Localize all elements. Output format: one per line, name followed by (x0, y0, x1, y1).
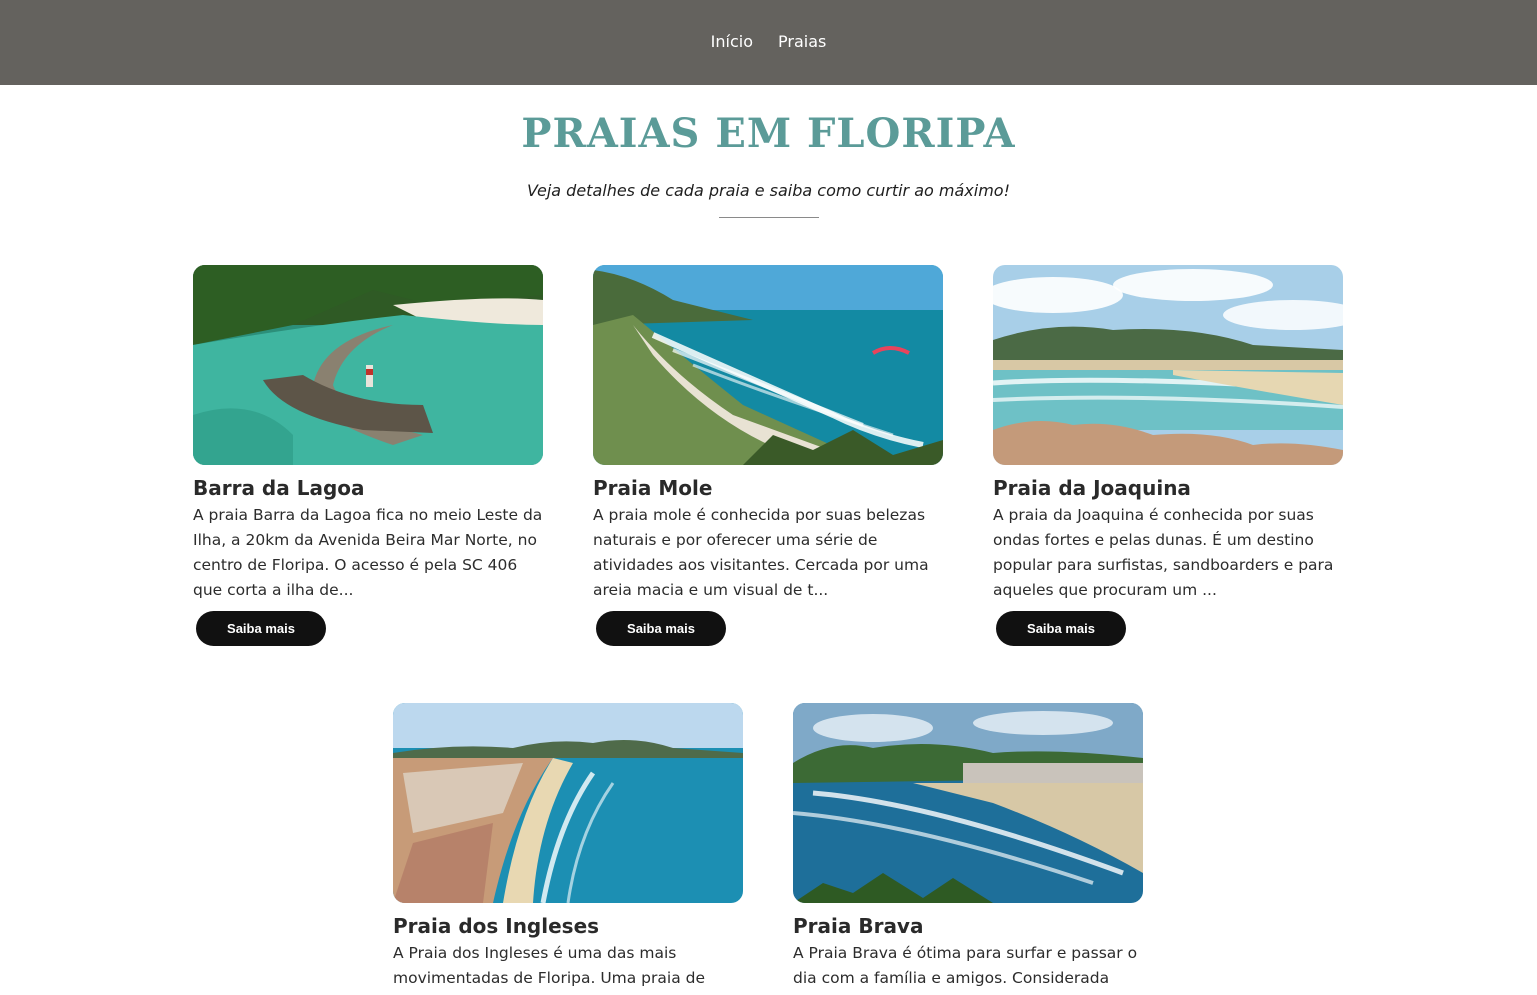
beach-card-grid: Barra da Lagoa A praia Barra da Lagoa fi… (0, 239, 1537, 995)
beach-photo-praia-dos-ingleses[interactable] (393, 703, 743, 903)
saiba-mais-button[interactable]: Saiba mais (596, 611, 726, 646)
top-navbar: Início Praias (0, 0, 1537, 85)
card-title: Barra da Lagoa (193, 476, 365, 500)
card-description: A praia mole é conhecida por suas beleza… (593, 506, 929, 599)
beach-photo-praia-da-joaquina[interactable] (993, 265, 1343, 465)
beach-card-praia-da-joaquina: Praia da Joaquina A praia da Joaquina é … (993, 265, 1343, 646)
page-subtitle: Veja detalhes de cada praia e saiba como… (526, 181, 1010, 200)
card-description: A Praia Brava é ótima para surfar e pass… (793, 944, 1138, 987)
beach-card-barra-da-lagoa: Barra da Lagoa A praia Barra da Lagoa fi… (193, 265, 543, 646)
page-title: PRAIAS EM FLORIPA (521, 110, 1016, 157)
card-title: Praia Mole (593, 476, 713, 500)
beach-photo-praia-mole[interactable] (593, 265, 943, 465)
card-description: A Praia dos Ingleses é uma das mais movi… (393, 944, 705, 987)
beach-card-praia-brava: Praia Brava A Praia Brava é ótima para s… (793, 703, 1143, 991)
card-description: A praia da Joaquina é conhecida por suas… (993, 506, 1334, 599)
nav-link-praias[interactable]: Praias (778, 32, 826, 53)
beach-photo-praia-brava[interactable] (793, 703, 1143, 903)
beach-card-praia-mole: Praia Mole A praia mole é conhecida por … (593, 265, 943, 646)
card-title: Praia Brava (793, 914, 924, 938)
beach-card-praia-dos-ingleses: Praia dos Ingleses A Praia dos Ingleses … (393, 703, 743, 991)
title-divider (718, 217, 819, 218)
card-description: A praia Barra da Lagoa fica no meio Lest… (193, 506, 543, 599)
card-title: Praia da Joaquina (993, 476, 1191, 500)
nav-link-inicio[interactable]: Início (711, 32, 753, 53)
saiba-mais-button[interactable]: Saiba mais (996, 611, 1126, 646)
hero-section: PRAIAS EM FLORIPA Veja detalhes de cada … (0, 85, 1537, 239)
saiba-mais-button[interactable]: Saiba mais (196, 611, 326, 646)
card-title: Praia dos Ingleses (393, 914, 600, 938)
beach-photo-barra-da-lagoa[interactable] (193, 265, 543, 465)
